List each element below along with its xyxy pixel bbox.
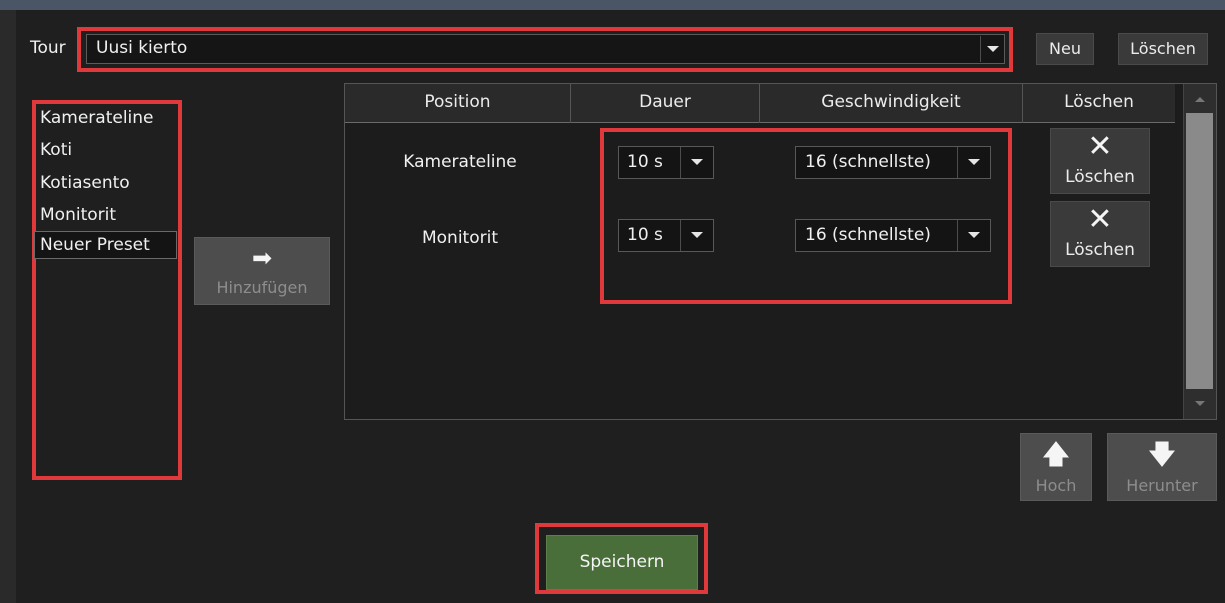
add-preset-button[interactable]: ➡ Hinzufügen — [194, 237, 330, 305]
arrow-up-icon: 🡅 — [1042, 440, 1070, 470]
add-preset-label: Hinzufügen — [216, 278, 308, 297]
scrollbar-thumb[interactable] — [1186, 113, 1213, 389]
chevron-down-icon[interactable] — [957, 147, 989, 178]
speed-value: 16 (schnellste) — [805, 225, 931, 245]
preset-item-neuer-preset[interactable]: Neuer Preset — [34, 231, 177, 259]
scroll-down-arrow-icon[interactable] — [1186, 392, 1213, 414]
duration-value: 10 s — [627, 152, 663, 172]
row-position-name: Monitorit — [421, 228, 498, 248]
move-down-label: Herunter — [1126, 476, 1198, 495]
new-tour-button[interactable]: Neu — [1036, 33, 1094, 65]
tour-select-value: Uusi kierto — [96, 38, 188, 58]
preset-item-koti[interactable]: Koti — [40, 140, 72, 160]
chevron-down-icon[interactable] — [680, 147, 712, 178]
arrow-right-icon: ➡ — [251, 244, 273, 272]
scroll-up-arrow-icon[interactable] — [1186, 88, 1213, 110]
column-header-speed[interactable]: Geschwindigkeit — [760, 92, 1022, 112]
preset-item-kamerateline[interactable]: Kamerateline — [40, 108, 154, 128]
window-top-strip — [0, 0, 1225, 10]
preset-item-monitorit[interactable]: Monitorit — [40, 205, 116, 225]
chevron-down-icon[interactable] — [980, 36, 1004, 62]
column-header-position[interactable]: Position — [345, 92, 570, 112]
move-up-label: Hoch — [1035, 476, 1077, 495]
delete-row-button[interactable]: ✕ Löschen — [1050, 128, 1150, 194]
delete-row-label: Löschen — [1065, 240, 1135, 260]
chevron-down-icon[interactable] — [957, 220, 989, 251]
preset-item-kotiasento[interactable]: Kotiasento — [40, 173, 130, 193]
tour-label: Tour — [30, 38, 66, 58]
tour-select[interactable] — [86, 34, 1005, 64]
row-position-name: Kamerateline — [403, 152, 517, 172]
column-header-delete[interactable]: Löschen — [1023, 92, 1175, 112]
speed-value: 16 (schnellste) — [805, 152, 931, 172]
arrow-down-icon: 🡇 — [1148, 440, 1176, 470]
save-button[interactable]: Speichern — [546, 535, 698, 590]
column-header-duration[interactable]: Dauer — [571, 92, 759, 112]
move-down-button[interactable]: 🡇 Herunter — [1107, 433, 1217, 501]
chevron-down-icon[interactable] — [680, 220, 712, 251]
duration-value: 10 s — [627, 225, 663, 245]
delete-row-button[interactable]: ✕ Löschen — [1050, 201, 1150, 267]
close-icon: ✕ — [1087, 202, 1113, 237]
close-icon: ✕ — [1087, 129, 1113, 164]
delete-tour-button[interactable]: Löschen — [1118, 33, 1208, 65]
move-up-button[interactable]: 🡅 Hoch — [1020, 433, 1092, 501]
delete-row-label: Löschen — [1065, 167, 1135, 187]
